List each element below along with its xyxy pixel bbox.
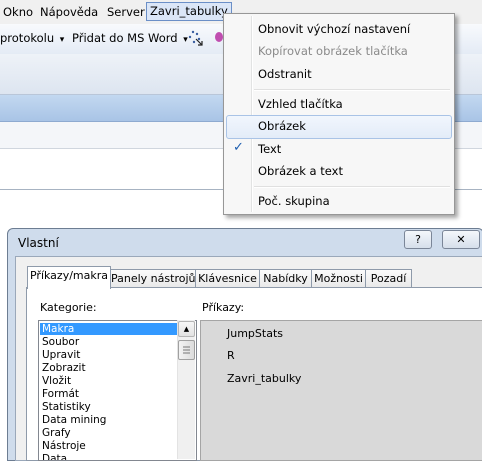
list-item[interactable]: Soubor (42, 336, 79, 348)
menu-item-label: Text (258, 142, 282, 156)
scrollbar-thumb[interactable] (178, 340, 195, 360)
menu-item-obrazek[interactable]: Obrázek (226, 115, 452, 139)
menu-item-label: Obnovit výchozí nastavení (258, 22, 411, 36)
menu-item-vzhled[interactable]: Vzhled tlačítka (226, 93, 450, 115)
checkmark-icon: ✓ (233, 140, 244, 155)
commands-label: Příkazy: (202, 301, 245, 314)
list-item[interactable]: Statistiky (42, 401, 91, 413)
dialog-title: Vlastní (18, 236, 59, 250)
menu-item-obnovit[interactable]: Obnovit výchozí nastavení (226, 18, 450, 40)
tab-prikazy-makra[interactable]: Příkazy/makra (27, 266, 111, 289)
list-item[interactable]: Nástroje (42, 440, 86, 452)
protokolu-button[interactable]: protokolu ▾ (0, 31, 64, 45)
scroll-up-arrow-icon[interactable]: ▲ (178, 321, 195, 337)
menu-item-label: Vzhled tlačítka (258, 97, 343, 111)
list-item[interactable]: Formát (42, 388, 79, 400)
dotted-selection-icon[interactable] (186, 28, 206, 48)
menu-item-label: Kopírovat obrázek tlačítka (258, 44, 408, 58)
tab-label: Panely nástrojů (111, 272, 196, 285)
list-item[interactable]: Data mining (42, 414, 106, 426)
menu-item-label: Odstranit (258, 67, 312, 81)
help-button[interactable]: ? (404, 230, 432, 249)
command-item[interactable]: JumpStats (227, 327, 283, 340)
menu-item-label: Obrázek a text (258, 164, 343, 178)
list-item-selected[interactable]: Makra (40, 323, 178, 335)
commands-list[interactable] (200, 320, 482, 461)
categories-label: Kategorie: (40, 301, 97, 314)
close-icon: ✕ (456, 233, 466, 246)
chevron-down-icon: ▾ (59, 35, 65, 45)
menu-separator (254, 89, 450, 91)
help-icon: ? (415, 233, 421, 246)
menu-item-kopirovat: Kopírovat obrázek tlačítka (226, 40, 450, 62)
tab-label: Nabídky (263, 272, 308, 285)
menu-item-label: Obrázek (258, 119, 306, 133)
tab-label: Klávesnice (198, 272, 257, 285)
tab-nabidky[interactable]: Nabídky (259, 269, 312, 288)
menu-server[interactable]: Server (107, 5, 145, 19)
list-item[interactable]: Data (42, 453, 67, 460)
command-item[interactable]: Zavri_tabulky (227, 372, 301, 385)
command-item[interactable]: R (227, 349, 235, 362)
tab-klavesnice[interactable]: Klávesnice (195, 269, 260, 288)
tab-pozadi[interactable]: Pozadí (365, 269, 412, 288)
pridat-do-ms-word-button[interactable]: Přidat do MS Word ▾ (72, 31, 188, 45)
grip-icon (183, 346, 190, 354)
menu-separator (254, 186, 450, 188)
tab-label: Pozadí (370, 272, 407, 285)
list-item[interactable]: Zobrazit (42, 362, 86, 374)
list-item[interactable]: Grafy (42, 427, 71, 439)
menu-item-poc-skupina[interactable]: Poč. skupina (226, 190, 450, 212)
menu-okno[interactable]: Okno (3, 5, 33, 19)
menu-item-label: Poč. skupina (258, 194, 330, 208)
categories-list[interactable]: Makra Soubor Upravit Zobrazit Vložit For… (38, 320, 197, 461)
close-button[interactable]: ✕ (442, 230, 480, 249)
menu-item-text[interactable]: ✓ Text (226, 138, 450, 160)
tab-label: Příkazy/makra (29, 269, 108, 282)
protokolu-label: protokolu (0, 31, 55, 45)
menu-item-odstranit[interactable]: Odstranit (226, 63, 450, 85)
word-label: Přidat do MS Word (72, 31, 178, 45)
menu-item-obrazek-a-text[interactable]: Obrázek a text (226, 160, 450, 182)
menu-napoveda[interactable]: Nápověda (40, 5, 98, 19)
tab-panely-nastroju[interactable]: Panely nástrojů (110, 269, 196, 288)
tab-moznosti[interactable]: Možnosti (311, 269, 366, 288)
list-item[interactable]: Vložit (42, 375, 71, 387)
tab-label: Možnosti (314, 272, 363, 285)
list-item[interactable]: Upravit (42, 349, 80, 361)
menu-zavri-tabulky[interactable]: Zavri_tabulky (146, 2, 232, 21)
context-menu: Obnovit výchozí nastavení Kopírovat obrá… (223, 13, 455, 215)
